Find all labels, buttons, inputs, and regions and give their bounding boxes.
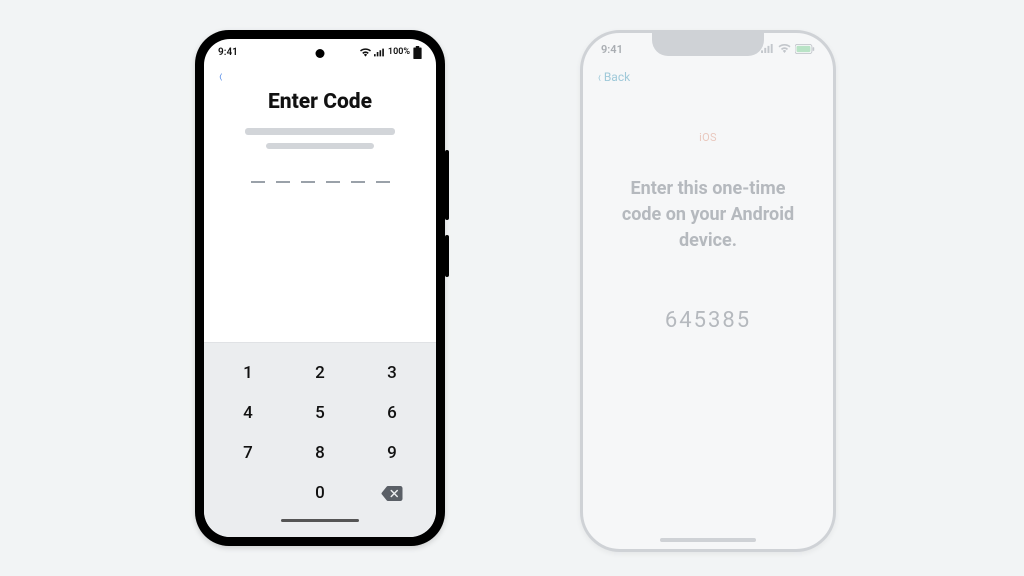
code-slot <box>251 167 265 183</box>
ios-back-label: Back <box>604 70 630 84</box>
iphone: 9:41 ‹ Back iOS Enter this one-time code… <box>580 30 836 552</box>
ios-clock: 9:41 <box>601 43 623 56</box>
keypad-key-6[interactable]: 6 <box>357 403 427 423</box>
keypad-key-2[interactable]: 2 <box>285 363 355 383</box>
keypad-key-3[interactable]: 3 <box>357 363 427 383</box>
keypad-key-4[interactable]: 4 <box>213 403 283 423</box>
android-front-camera <box>316 49 325 58</box>
one-time-code: 645385 <box>583 308 833 333</box>
android-screen: 9:41 100% ‹ Enter Code <box>204 39 436 537</box>
wifi-icon <box>360 48 371 57</box>
keypad-key-5[interactable]: 5 <box>285 403 355 423</box>
backspace-icon <box>381 483 403 503</box>
chevron-left-icon: ‹ <box>598 69 601 85</box>
android-back-button[interactable]: ‹ <box>204 65 436 86</box>
android-home-indicator <box>281 519 359 522</box>
keypad-key-1[interactable]: 1 <box>213 363 283 383</box>
subtitle-skeleton <box>266 143 374 149</box>
code-input[interactable] <box>204 167 436 183</box>
ios-instruction-line: device. <box>605 228 811 254</box>
page-title: Enter Code <box>204 90 436 114</box>
android-nav-bar <box>212 513 428 531</box>
chevron-left-icon: ‹ <box>219 68 222 86</box>
code-slot <box>351 167 365 183</box>
ios-instruction-text: Enter this one-time code on your Android… <box>605 176 811 254</box>
code-slot <box>326 167 340 183</box>
keypad-key-8[interactable]: 8 <box>285 443 355 463</box>
code-slot <box>376 167 390 183</box>
keypad-key-9[interactable]: 9 <box>357 443 427 463</box>
ios-home-indicator <box>660 538 756 542</box>
android-clock: 9:41 <box>218 47 238 58</box>
android-battery-text: 100% <box>388 47 410 57</box>
iphone-notch <box>652 32 764 56</box>
code-slot <box>276 167 290 183</box>
code-slot <box>301 167 315 183</box>
android-phone: 9:41 100% ‹ Enter Code <box>195 30 445 546</box>
battery-icon <box>795 44 815 54</box>
subtitle-skeleton <box>245 128 395 135</box>
keypad-key-7[interactable]: 7 <box>213 443 283 463</box>
numeric-keypad: 1 2 3 4 5 6 7 8 9 0 <box>204 342 436 537</box>
ios-back-button[interactable]: ‹ Back <box>583 65 833 85</box>
ios-instruction-line: Enter this one-time <box>605 176 811 202</box>
cellular-icon <box>374 48 385 57</box>
battery-icon <box>413 46 422 59</box>
ios-instruction-line: code on your Android <box>605 202 811 228</box>
ios-app-label: iOS <box>583 131 833 144</box>
wifi-icon <box>778 43 791 56</box>
android-power-button <box>445 235 449 277</box>
keypad-key-delete[interactable] <box>357 483 427 503</box>
android-volume-button <box>445 150 449 220</box>
keypad-key-0[interactable]: 0 <box>285 483 355 503</box>
